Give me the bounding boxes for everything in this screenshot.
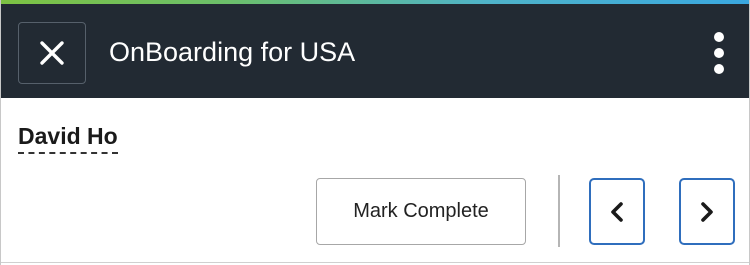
vertical-ellipsis-icon [713, 31, 725, 75]
page-header: OnBoarding for USA [1, 4, 749, 98]
close-icon [39, 40, 65, 66]
chevron-left-icon [609, 201, 625, 223]
bottom-border [1, 262, 749, 263]
chevron-right-icon [699, 201, 715, 223]
toolbar-divider [558, 175, 560, 247]
close-button[interactable] [18, 22, 86, 84]
mark-complete-button[interactable]: Mark Complete [316, 178, 526, 245]
more-actions-button[interactable] [705, 28, 733, 78]
onboarding-window: OnBoarding for USA David Ho Mark Complet… [0, 0, 750, 265]
next-button[interactable] [679, 178, 735, 245]
page-title: OnBoarding for USA [109, 37, 356, 67]
person-name-link[interactable]: David Ho [18, 122, 118, 154]
previous-button[interactable] [589, 178, 645, 245]
